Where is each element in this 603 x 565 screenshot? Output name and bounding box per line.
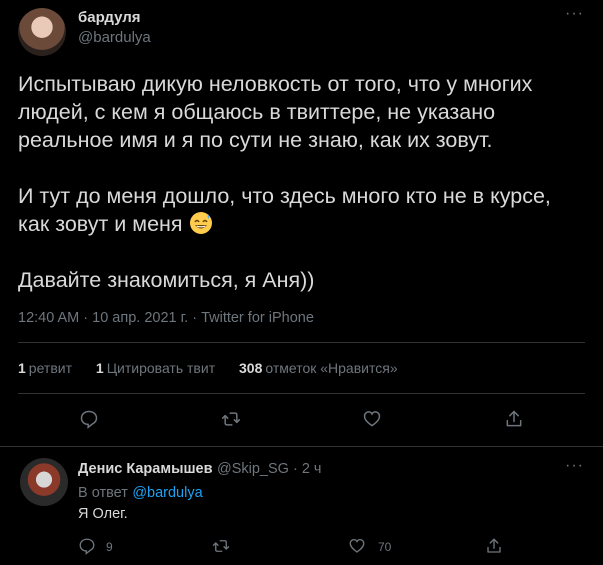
heart-icon[interactable] <box>362 409 382 429</box>
in-reply-to-handle[interactable]: @bardulya <box>132 485 202 501</box>
likes-label: отметок «Нравится» <box>265 360 398 376</box>
more-options-icon[interactable]: ··· <box>565 5 584 23</box>
author-handle[interactable]: @bardulya <box>78 29 151 46</box>
share-icon[interactable] <box>504 409 524 429</box>
reply-author-name[interactable]: Денис Карамышев <box>78 461 213 477</box>
reply-more-options-icon[interactable]: ··· <box>565 457 584 475</box>
retweets-count: 1 <box>18 360 26 376</box>
tweet-paragraph-1: Испытываю дикую неловкость от того, что … <box>18 72 533 152</box>
grinning-sweat-emoji-icon <box>189 212 212 234</box>
reply-like-count: 70 <box>378 540 392 554</box>
tweet-text: Испытываю дикую неловкость от того, что … <box>18 70 588 322</box>
reply-text: Я Олег. <box>78 506 128 522</box>
reply-reply-icon[interactable] <box>78 537 96 555</box>
reply-icon[interactable] <box>79 409 99 429</box>
reply-author-avatar[interactable] <box>20 458 68 506</box>
divider <box>18 393 585 394</box>
tweet-paragraph-2: И тут до меня дошло, что здесь много кто… <box>18 182 588 238</box>
reply-reply-count: 9 <box>106 540 113 554</box>
reply-share-icon[interactable] <box>485 537 503 555</box>
retweets-label: ретвит <box>28 360 72 376</box>
retweets-stat[interactable]: 1 ретвит <box>18 360 72 376</box>
tweet-paragraph-2-text: И тут до меня дошло, что здесь много кто… <box>18 184 551 236</box>
likes-count: 308 <box>239 360 263 376</box>
thread-divider <box>0 446 603 447</box>
reply-time[interactable]: · 2 ч <box>289 461 322 477</box>
tweet-paragraph-3: Давайте знакомиться, я Аня)) <box>18 268 315 292</box>
tweet-stats: 1 ретвит 1 Цитировать твит 308 отметок «Нра… <box>18 360 418 376</box>
reply-author-handle[interactable]: @Skip_SG <box>217 461 289 477</box>
retweet-icon[interactable] <box>221 409 241 429</box>
tweet-timestamp[interactable]: 12:40 AM · 10 апр. 2021 г. · Twitter for… <box>18 310 314 326</box>
divider <box>18 342 585 343</box>
likes-stat[interactable]: 308 отметок «Нравится» <box>239 360 398 376</box>
reply-retweet-icon[interactable] <box>212 537 230 555</box>
quotes-label: Цитировать твит <box>106 360 216 376</box>
reply-heart-icon[interactable] <box>348 537 366 555</box>
reply-header: Денис Карамышев @Skip_SG · 2 ч <box>78 460 321 478</box>
in-reply-to: В ответ @bardulya <box>78 484 203 502</box>
author-avatar[interactable] <box>18 8 66 56</box>
quotes-stat[interactable]: 1 Цитировать твит <box>96 360 215 376</box>
in-reply-to-label: В ответ <box>78 485 128 501</box>
quotes-count: 1 <box>95 360 104 376</box>
author-name[interactable]: бардуля <box>78 9 141 26</box>
